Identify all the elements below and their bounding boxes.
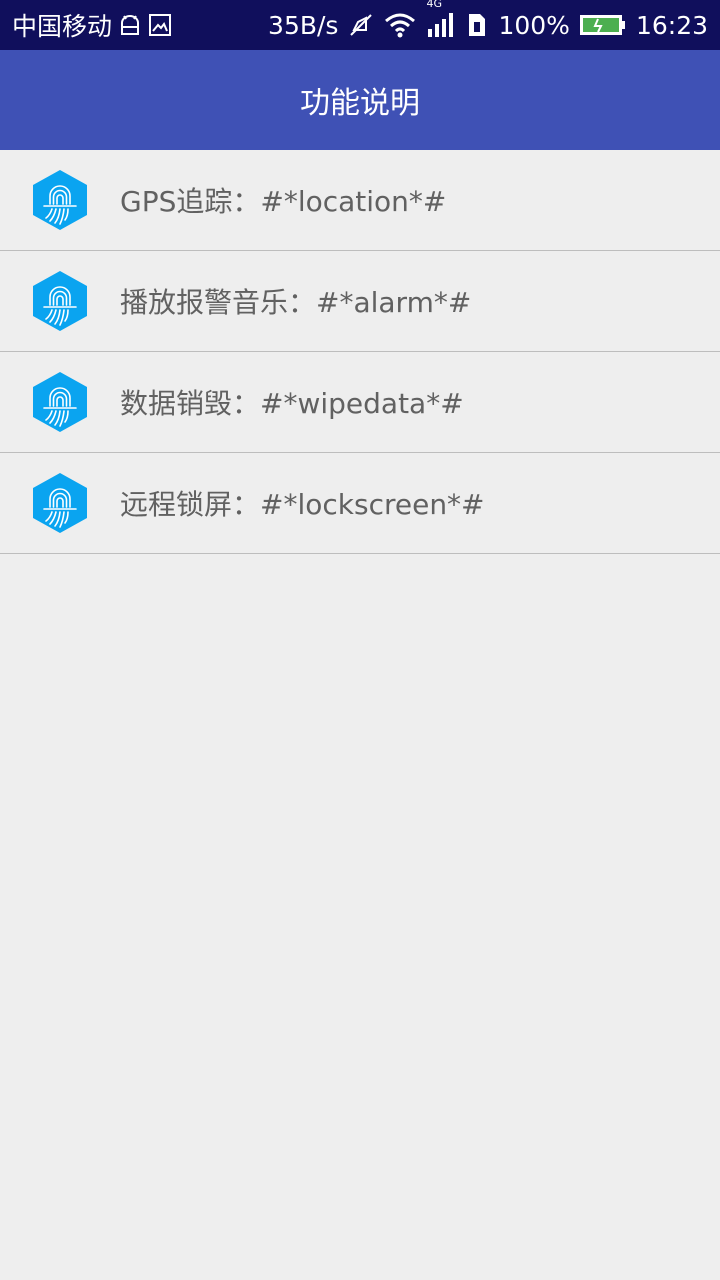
list-item-lock-screen[interactable]: 远程锁屏：#*lockscreen*# — [0, 453, 720, 554]
fingerprint-hexagon-icon — [30, 168, 90, 232]
list-item-alarm[interactable]: 播放报警音乐：#*alarm*# — [0, 251, 720, 352]
network-speed: 35B/s — [268, 10, 339, 40]
list-item-label: 播放报警音乐：#*alarm*# — [120, 286, 472, 319]
list-item-label: GPS追踪：#*location*# — [120, 185, 447, 218]
battery-percent: 100% — [498, 10, 570, 40]
app-bar: 功能说明 — [0, 50, 720, 150]
battery-icon — [579, 14, 626, 36]
list-item-label: 远程锁屏：#*lockscreen*# — [120, 488, 485, 521]
fingerprint-hexagon-icon — [30, 370, 90, 434]
list-item-wipe-data[interactable]: 数据销毁：#*wipedata*# — [0, 352, 720, 453]
wifi-icon — [384, 12, 416, 38]
fingerprint-hexagon-icon — [30, 269, 90, 333]
android-icon — [118, 14, 142, 36]
signal-icon: 4G — [426, 0, 456, 39]
status-bar: 中国移动 35B/s 4G 100% 16:23 — [0, 0, 720, 50]
page-title: 功能说明 — [300, 86, 420, 121]
mute-icon — [348, 12, 374, 38]
sim-icon — [466, 12, 488, 38]
fingerprint-hexagon-icon — [30, 471, 90, 535]
clock: 16:23 — [635, 10, 708, 40]
carrier-name: 中国移动 — [12, 12, 113, 41]
function-list: GPS追踪：#*location*# 播放报警音乐：#*alarm*# 数据销毁… — [0, 150, 720, 554]
image-icon — [148, 13, 172, 37]
list-item-label: 数据销毁：#*wipedata*# — [120, 387, 464, 420]
network-type: 4G — [426, 0, 442, 10]
list-item-gps-tracking[interactable]: GPS追踪：#*location*# — [0, 150, 720, 251]
